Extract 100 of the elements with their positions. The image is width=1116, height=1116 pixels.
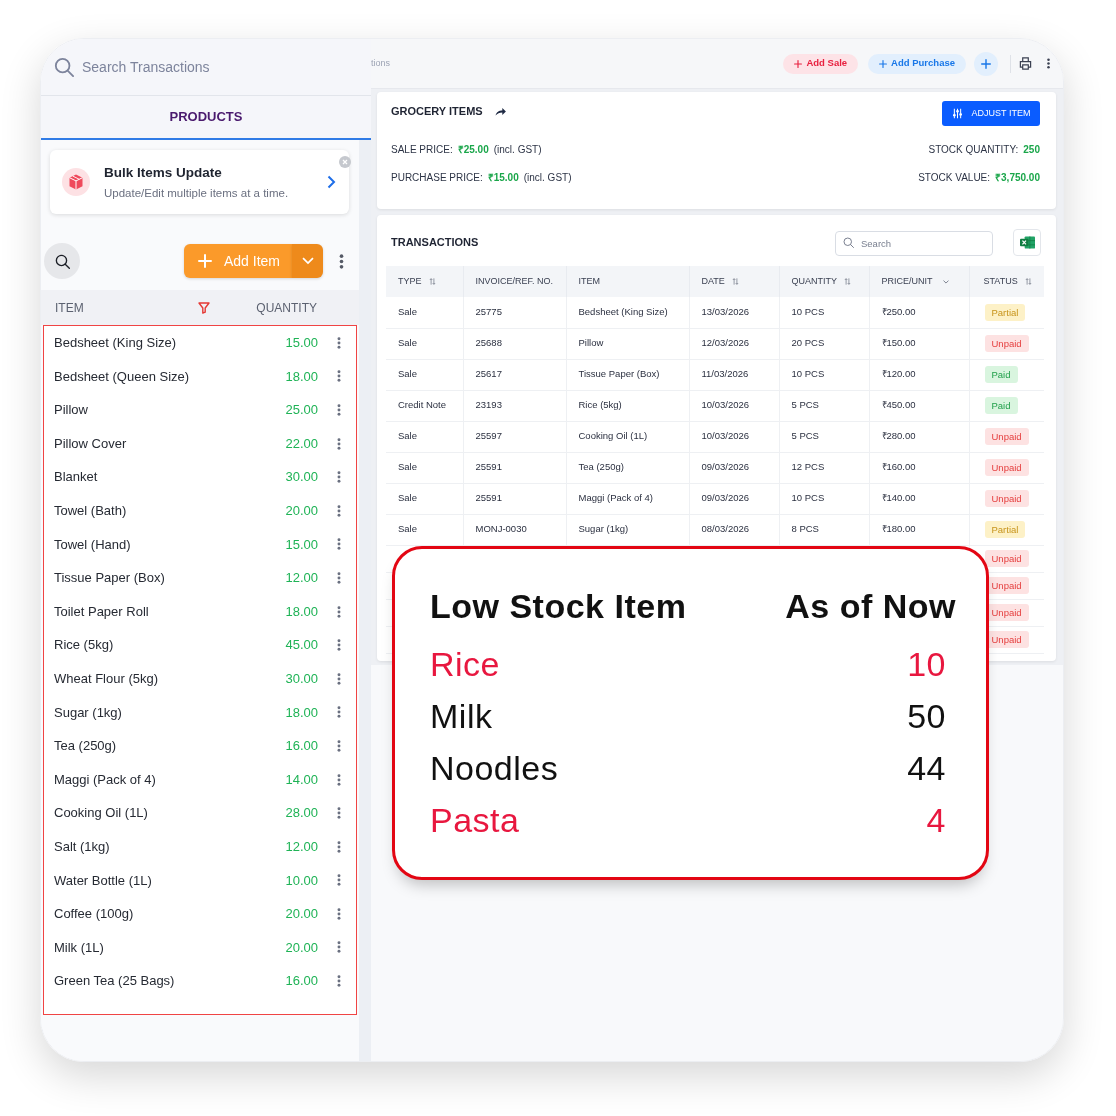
more-button[interactable] bbox=[339, 253, 344, 269]
item-name[interactable]: Maggi (Pack of 4) bbox=[54, 769, 286, 790]
popup-title: Low Stock Item bbox=[430, 585, 687, 627]
item-name[interactable]: Rice (5kg) bbox=[54, 635, 286, 655]
field-note: (incl. GST) bbox=[493, 142, 542, 157]
search-field[interactable]: Search bbox=[835, 231, 993, 256]
table-cell: MONJ-0030 bbox=[475, 523, 527, 535]
close-icon bbox=[339, 156, 351, 168]
item-name[interactable]: Green Tea (25 Bags) bbox=[54, 971, 286, 991]
share-icon bbox=[494, 107, 506, 116]
add-button[interactable] bbox=[974, 51, 998, 76]
table-cell: 09/03/2026 bbox=[701, 461, 750, 473]
item-name[interactable]: Tea (250g) bbox=[54, 736, 286, 756]
export-button[interactable] bbox=[1013, 229, 1041, 256]
more-button[interactable] bbox=[337, 907, 341, 920]
item-name[interactable]: Wheat Flour (5kg) bbox=[54, 669, 286, 689]
more-icon bbox=[337, 672, 341, 685]
table-cell: 25597 bbox=[475, 430, 502, 442]
column-header: ITEM bbox=[578, 274, 600, 288]
search-button[interactable] bbox=[44, 243, 80, 279]
column-header[interactable]: STATUS bbox=[983, 274, 1018, 289]
item-name[interactable]: Tissue Paper (Box) bbox=[54, 568, 286, 588]
item-quantity: 12.00 bbox=[285, 569, 318, 588]
more-icon bbox=[339, 253, 344, 269]
column-header[interactable]: DATE bbox=[701, 274, 725, 289]
status-badge: Unpaid bbox=[984, 335, 1029, 352]
more-button[interactable] bbox=[337, 874, 341, 887]
table-cell: Cooking Oil (1L) bbox=[578, 430, 648, 442]
more-button[interactable] bbox=[337, 672, 341, 685]
column-header[interactable]: QUANTITY bbox=[791, 274, 837, 289]
item-name[interactable]: Bedsheet (Queen Size) bbox=[54, 366, 286, 387]
chevron-right-icon bbox=[327, 175, 336, 189]
status-badge: Unpaid bbox=[984, 490, 1029, 507]
field-label: STOCK QUANTITY: bbox=[928, 142, 1019, 157]
table-cell: 10 PCS bbox=[791, 368, 825, 380]
share-button[interactable] bbox=[494, 107, 506, 116]
more-button[interactable] bbox=[337, 773, 341, 786]
column-header[interactable]: TYPE bbox=[398, 274, 422, 289]
plus-icon bbox=[981, 58, 991, 69]
item-name[interactable]: Sugar (1kg) bbox=[54, 702, 286, 723]
table-cell: 25775 bbox=[475, 306, 502, 318]
more-button[interactable] bbox=[337, 404, 341, 416]
column-header[interactable]: PRICE/UNIT bbox=[881, 274, 933, 289]
item-quantity: 12.00 bbox=[285, 837, 318, 856]
more-button[interactable] bbox=[337, 739, 341, 752]
stock-item-count: 10 bbox=[907, 643, 946, 685]
item-name[interactable]: Towel (Bath) bbox=[54, 501, 286, 521]
table-cell: 25617 bbox=[475, 368, 502, 380]
status-badge: Partial bbox=[984, 521, 1026, 538]
more-button[interactable] bbox=[337, 807, 341, 820]
more-icon bbox=[337, 605, 341, 618]
item-name[interactable]: Water Bottle (1L) bbox=[54, 870, 286, 891]
more-button[interactable] bbox=[337, 336, 341, 349]
item-name[interactable]: Salt (1kg) bbox=[54, 836, 286, 857]
status-badge: Paid bbox=[984, 366, 1018, 383]
more-icon bbox=[1047, 58, 1050, 69]
print-button[interactable] bbox=[1019, 57, 1032, 70]
table-cell: Sale bbox=[398, 523, 417, 535]
table-cell: 09/03/2026 bbox=[701, 492, 750, 504]
table-cell: 20 PCS bbox=[791, 337, 825, 349]
adjust-item-button[interactable]: ADJUST ITEM bbox=[942, 101, 1040, 126]
more-button[interactable] bbox=[1047, 58, 1050, 69]
more-button[interactable] bbox=[337, 538, 341, 551]
search-field[interactable]: Search Transactions bbox=[82, 55, 322, 79]
more-icon bbox=[337, 874, 341, 887]
item-name[interactable]: Cooking Oil (1L) bbox=[54, 803, 286, 823]
bulk-update-card[interactable]: Bulk Items Update Update/Edit multiple items at a time. bbox=[50, 150, 349, 214]
table-cell: ₹280.00 bbox=[881, 430, 916, 442]
more-icon bbox=[337, 404, 341, 416]
table-cell: ₹180.00 bbox=[881, 523, 916, 535]
printer-icon bbox=[1019, 57, 1032, 70]
table-cell: 10 PCS bbox=[791, 306, 825, 318]
more-button[interactable] bbox=[337, 639, 341, 652]
item-name[interactable]: Coffee (100g) bbox=[54, 904, 286, 924]
more-button[interactable] bbox=[337, 975, 341, 988]
more-button[interactable] bbox=[337, 605, 341, 618]
add-sale-button[interactable]: Add Sale bbox=[783, 53, 859, 74]
stock-item-name: Noodles bbox=[430, 747, 559, 789]
table-cell: Sale bbox=[398, 430, 417, 442]
more-button[interactable] bbox=[337, 840, 341, 853]
more-button[interactable] bbox=[337, 706, 341, 719]
table-cell: 25591 bbox=[475, 492, 502, 504]
table-cell: Sugar (1kg) bbox=[578, 523, 629, 535]
more-button[interactable] bbox=[337, 370, 341, 383]
more-button[interactable] bbox=[337, 571, 341, 584]
add-purchase-button[interactable]: Add Purchase bbox=[868, 53, 966, 74]
item-name[interactable]: Pillow bbox=[54, 400, 286, 420]
item-name[interactable]: Pillow Cover bbox=[54, 433, 286, 454]
item-name[interactable]: Blanket bbox=[54, 467, 286, 487]
chevron-down-icon bbox=[301, 257, 314, 265]
item-name[interactable]: Toilet Paper Roll bbox=[54, 601, 286, 622]
more-button[interactable] bbox=[337, 504, 341, 517]
more-button[interactable] bbox=[337, 941, 341, 954]
more-button[interactable] bbox=[337, 471, 341, 484]
item-name[interactable]: Towel (Hand) bbox=[54, 534, 286, 555]
item-name[interactable]: Milk (1L) bbox=[54, 937, 286, 958]
item-quantity: 16.00 bbox=[285, 972, 318, 991]
more-icon bbox=[337, 840, 341, 853]
more-button[interactable] bbox=[337, 437, 341, 450]
item-name[interactable]: Bedsheet (King Size) bbox=[54, 333, 286, 353]
